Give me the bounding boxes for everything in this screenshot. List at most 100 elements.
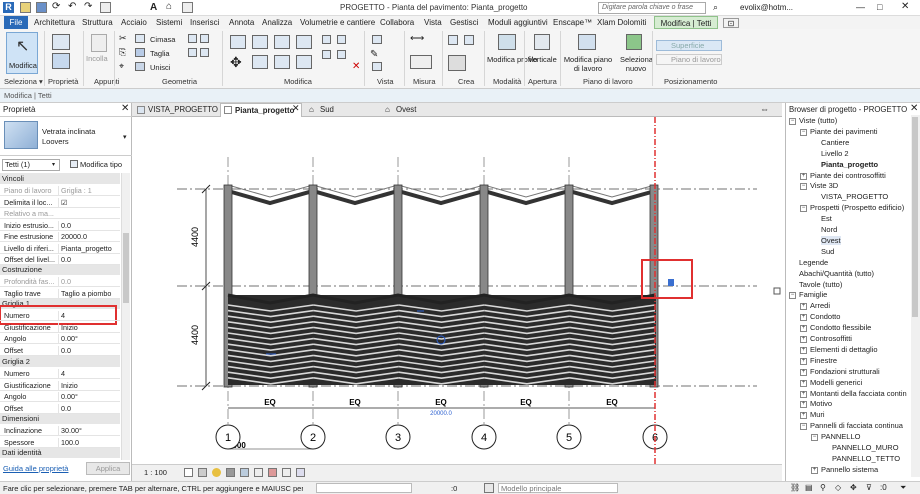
property-value[interactable]: 30.00° [58, 426, 120, 435]
align-icon[interactable] [230, 35, 246, 49]
maximize-icon[interactable]: □ [877, 2, 882, 12]
edit-workplane-button[interactable]: Modifica piano di lavoro [562, 55, 614, 73]
property-row[interactable]: Inizio estrusio... 0.0 [0, 220, 120, 231]
property-row[interactable]: Delimita il loc... ☑ [0, 197, 120, 208]
edit-workplane-icon[interactable] [578, 34, 596, 50]
mirror-draw-icon[interactable] [296, 35, 312, 49]
browser-item[interactable]: Arredi [810, 301, 830, 310]
browser-item[interactable]: Fondazioni strutturali [810, 367, 880, 376]
browser-item[interactable]: Cantiere [821, 138, 849, 147]
property-row[interactable]: Piano di lavoro Griglia : 1 [0, 185, 120, 196]
browser-item[interactable]: Controsoffitti [810, 334, 852, 343]
expand-toggle-icon[interactable]: − [789, 118, 796, 125]
view-scale[interactable]: 1 : 100 [144, 468, 167, 477]
cope-button[interactable]: Cimasa [150, 35, 175, 44]
property-value[interactable]: 4 [58, 311, 120, 320]
property-value[interactable]: 20000.0 [58, 232, 120, 241]
expand-toggle-icon[interactable]: + [800, 336, 807, 343]
property-value[interactable]: 0.0 [58, 255, 120, 264]
browser-item[interactable]: PANNELLO_MURO [832, 443, 899, 452]
browser-scrollbar[interactable] [911, 115, 920, 477]
tab-acciaio[interactable]: Acciaio [121, 16, 147, 29]
tab-xlam[interactable]: Xlam Dolomiti [597, 16, 646, 29]
face-button[interactable]: Superficie [656, 40, 722, 51]
show-crop-icon[interactable] [254, 468, 263, 477]
split-face-icon[interactable] [200, 34, 209, 43]
print-icon[interactable] [100, 2, 111, 13]
property-row[interactable]: Offset 0.0 [0, 345, 120, 356]
property-value[interactable]: Inizio [58, 322, 120, 332]
property-row[interactable]: Livello di riferi... Pianta_progetto [0, 243, 120, 254]
section-costruzione[interactable]: Costruzione [0, 264, 120, 275]
override-icon[interactable] [372, 62, 382, 71]
expand-toggle-icon[interactable]: + [800, 379, 807, 387]
type-selector[interactable]: Vetrata inclinata Loovers ▾ [0, 116, 132, 156]
edit-type-button[interactable]: Modifica tipo [70, 159, 128, 171]
tab-collabora[interactable]: Collabora [380, 16, 414, 29]
workplane-button[interactable]: Piano di lavoro [656, 54, 722, 65]
browser-item[interactable]: Elementi di dettaglio [810, 345, 878, 354]
tab-modifica-tetti[interactable]: Modifica | Tetti [654, 16, 718, 29]
section-griglia2[interactable]: Griglia 2 [0, 356, 120, 367]
move-icon[interactable]: ✥ [230, 54, 242, 71]
browser-scrollbar-thumb[interactable] [912, 117, 918, 317]
pin-icon[interactable] [337, 50, 346, 59]
paint-icon[interactable] [188, 48, 197, 57]
open-icon[interactable] [20, 2, 31, 13]
sun-path-icon[interactable] [212, 468, 221, 477]
cut-icon[interactable]: ✂ [119, 33, 127, 44]
browser-item[interactable]: Ovest [821, 235, 841, 245]
expand-toggle-icon[interactable]: + [800, 325, 807, 333]
property-value[interactable]: 4 [58, 369, 120, 378]
edit-profile-icon[interactable] [498, 34, 516, 50]
wall-join-icon[interactable] [188, 34, 197, 43]
tab-architettura[interactable]: Architettura [34, 16, 75, 29]
property-value[interactable]: Pianta_progetto [58, 243, 120, 253]
save-icon[interactable] [36, 2, 47, 13]
expand-toggle-icon[interactable]: + [800, 368, 807, 376]
demolish-icon[interactable] [200, 48, 209, 57]
worksharing-icon[interactable] [296, 468, 305, 477]
expand-toggle-icon[interactable]: − [800, 128, 807, 136]
delete-icon[interactable]: ✕ [352, 61, 360, 72]
browser-item[interactable]: Pannelli di facciata continua [810, 421, 903, 430]
tab-gestisci[interactable]: Gestisci [450, 16, 478, 29]
minimize-icon[interactable]: — [856, 2, 865, 12]
browser-item[interactable]: Sud [821, 247, 834, 256]
undo-icon[interactable]: ↶ [68, 2, 79, 13]
browser-item[interactable]: Tavole (tutto) [799, 280, 842, 289]
expand-toggle-icon[interactable]: − [800, 423, 807, 431]
expand-toggle-icon[interactable]: + [800, 401, 807, 409]
property-row[interactable]: Relativo a ma... [0, 208, 120, 219]
expand-toggle-icon[interactable]: + [800, 172, 807, 180]
section-icon[interactable] [182, 2, 193, 13]
browser-item[interactable]: Pannello sistema [821, 465, 878, 474]
select-by-face-icon[interactable]: ◇ [835, 483, 841, 492]
shadows-icon[interactable] [226, 468, 235, 477]
property-row[interactable]: Taglio trave Taglio a piombo [0, 288, 120, 299]
close-icon[interactable]: ✕ [901, 1, 909, 12]
property-row[interactable]: Angolo 0.00° [0, 391, 120, 402]
expand-toggle-icon[interactable]: + [811, 466, 818, 474]
workset-dropdown[interactable] [316, 483, 412, 493]
tab-inserisci[interactable]: Inserisci [190, 16, 219, 29]
tabs-menu-icon[interactable]: ⇔ [760, 104, 769, 114]
tab-vista[interactable]: Vista [424, 16, 442, 29]
expand-toggle-icon[interactable]: − [800, 205, 807, 213]
revit-logo[interactable]: R [3, 2, 14, 13]
pick-new-button[interactable]: Seleziona nuovo [620, 55, 653, 73]
browser-item[interactable]: Muri [810, 410, 825, 419]
property-row[interactable]: Giustificazione Inizio [0, 380, 120, 391]
scrollbar-thumb[interactable] [123, 233, 129, 303]
reveal-icon[interactable] [282, 468, 291, 477]
tab-vista-progetto[interactable]: VISTA_PROGETTO [134, 103, 218, 117]
mirror-axis-icon[interactable] [274, 35, 290, 49]
group-label-select[interactable]: Seleziona ▾ [4, 77, 43, 86]
expand-toggle-icon[interactable]: − [811, 434, 818, 442]
property-value[interactable]: 0.0 [58, 403, 120, 413]
browser-item[interactable]: VISTA_PROGETTO [821, 192, 888, 201]
close-browser-icon[interactable]: ✕ [910, 103, 918, 114]
browser-item[interactable]: Montanti della facciata contin [810, 389, 907, 398]
view-3d-icon[interactable]: ⌂ [166, 2, 177, 13]
property-value[interactable]: 0.00° [58, 392, 120, 401]
